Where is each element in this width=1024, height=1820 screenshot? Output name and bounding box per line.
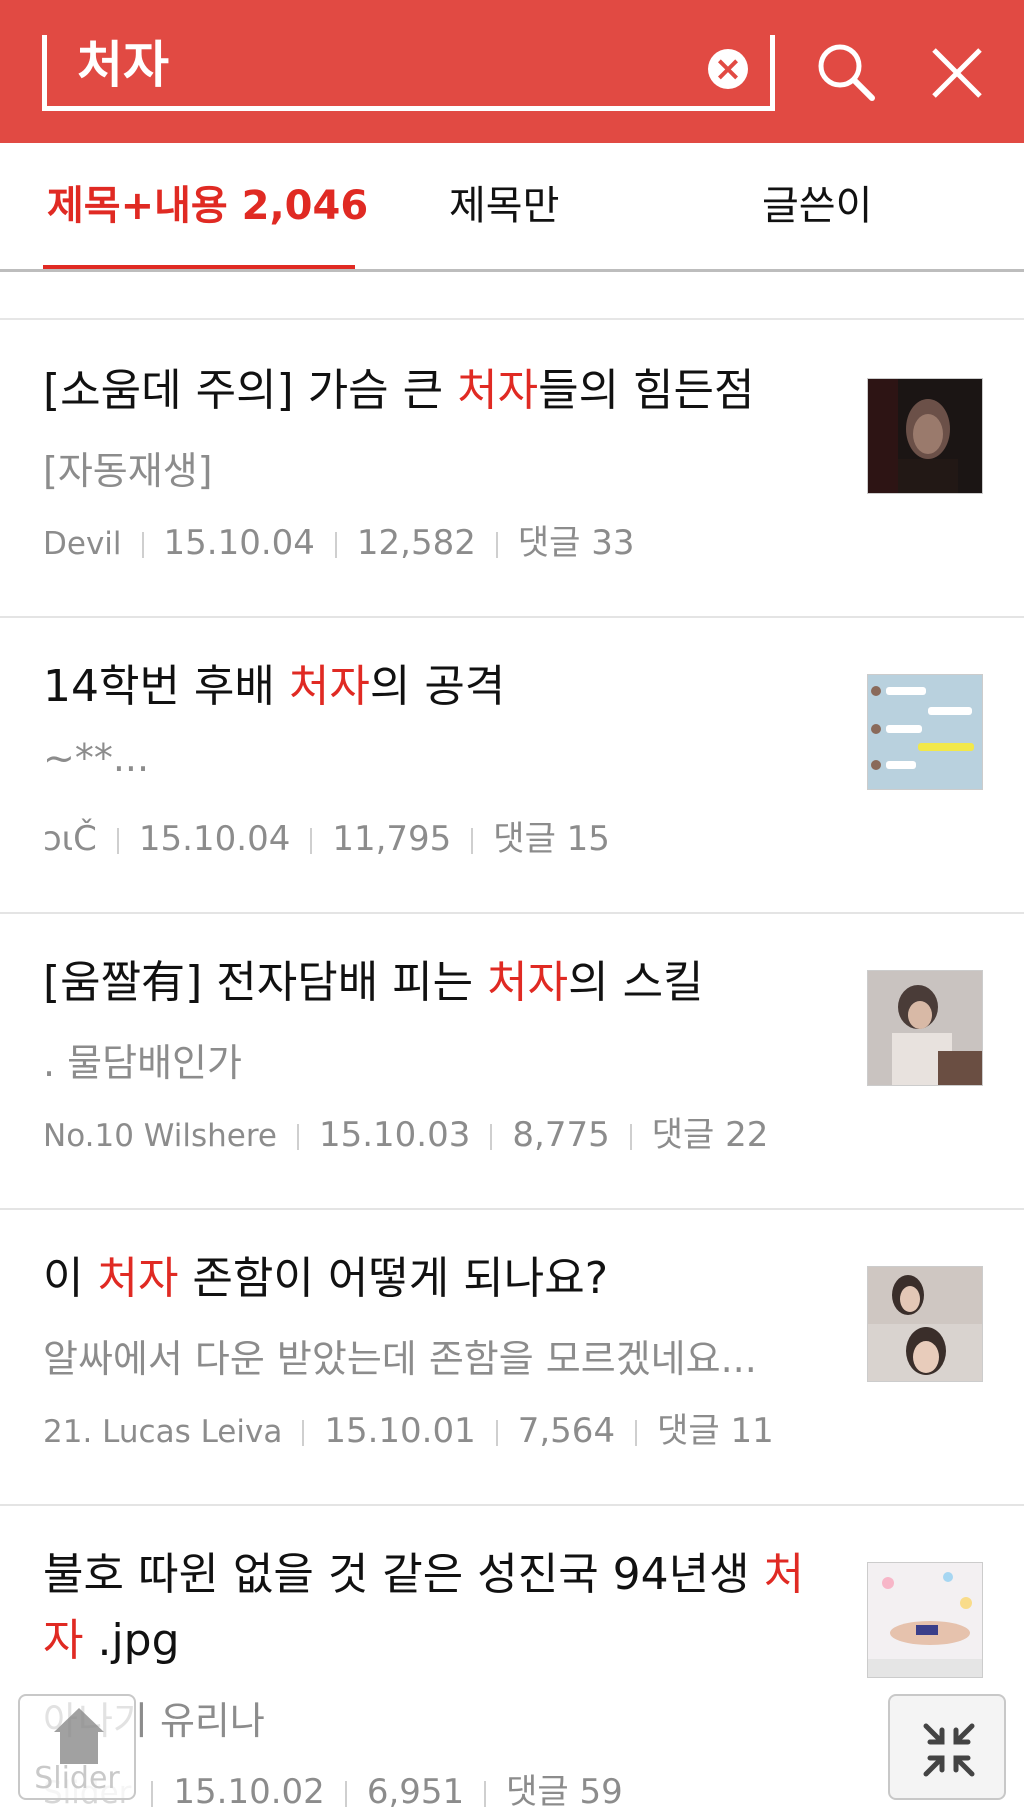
post-subtitle: . 물담배인가 — [43, 1041, 242, 1085]
views: 7,564 — [517, 1411, 616, 1451]
post-meta: Devil 15.10.04 12,582 댓글 33 — [43, 515, 635, 564]
post-subtitle: 알싸에서 다운 받았는데 존함을 모르겠네요... — [43, 1337, 757, 1381]
list-item[interactable]: [움짤有] 전자담배 피는 처자의 스킬 . 물담배인가 No.10 Wilsh… — [0, 912, 1024, 1210]
author: Devil — [43, 526, 122, 562]
post-meta: ɔιČ 15.10.04 11,795 댓글 15 — [43, 811, 610, 860]
search-header: 처자 × — [0, 0, 1024, 143]
post-title[interactable]: 이 처자 존함이 어떻게 되나요? — [43, 1246, 823, 1312]
title-highlight: 처자 — [97, 1253, 179, 1304]
title-text: 존함이 어떻게 되나요? — [178, 1253, 609, 1304]
post-meta: No.10 Wilshere 15.10.03 8,775 댓글 22 — [43, 1107, 768, 1156]
post-meta: 21. Lucas Leiva 15.10.01 7,564 댓글 11 — [43, 1403, 774, 1452]
title-text: 불호 따윈 없을 것 같은 성진국 94년생 — [43, 1549, 764, 1600]
post-subtitle: 아나기 유리나 — [43, 1699, 265, 1743]
clear-icon[interactable]: × — [708, 49, 748, 89]
title-text: [움짤有] 전자담배 피는 — [43, 957, 488, 1008]
views: 6,951 — [366, 1772, 465, 1812]
title-text: 의 스킬 — [568, 957, 704, 1008]
title-text: 14학번 후배 — [43, 661, 289, 712]
search-icon[interactable] — [812, 38, 882, 108]
post-subtitle: ~**... — [43, 736, 150, 780]
post-title[interactable]: 불호 따윈 없을 것 같은 성진국 94년생 처자 .jpg — [43, 1542, 823, 1674]
comments: 댓글 59 — [506, 1772, 623, 1812]
title-text: 이 — [43, 1253, 98, 1304]
title-text: .jpg — [83, 1615, 180, 1666]
collapse-icon — [923, 1723, 975, 1777]
date: 15.10.03 — [318, 1115, 471, 1155]
views: 11,795 — [332, 819, 452, 859]
post-title[interactable]: 14학번 후배 처자의 공격 — [43, 654, 823, 720]
comments: 댓글 15 — [493, 819, 610, 859]
date: 15.10.04 — [138, 819, 291, 859]
home-label: Slider — [34, 1761, 120, 1796]
title-text: [소움데 주의] 가슴 큰 — [43, 365, 458, 416]
search-tabs: 제목+내용 2,046 제목만 글쓴이 — [0, 143, 1024, 272]
list-item[interactable]: 불호 따윈 없을 것 같은 성진국 94년생 처자 .jpg 아나기 유리나 S… — [0, 1504, 1024, 1820]
post-thumbnail[interactable] — [867, 378, 983, 494]
post-thumbnail[interactable] — [867, 674, 983, 790]
author: 21. Lucas Leiva — [43, 1414, 283, 1450]
title-highlight: 처자 — [487, 957, 569, 1008]
comments: 댓글 11 — [657, 1411, 774, 1451]
active-tab-indicator — [43, 265, 355, 269]
post-title[interactable]: [움짤有] 전자담배 피는 처자의 스킬 — [43, 950, 823, 1016]
list-item[interactable]: [소움데 주의] 가슴 큰 처자들의 힘든점 [자동재생] Devil 15.10… — [0, 320, 1024, 618]
search-input[interactable]: 처자 × — [42, 35, 775, 111]
views: 12,582 — [356, 523, 476, 563]
author: ɔιČ — [43, 819, 97, 859]
post-thumbnail[interactable] — [867, 1266, 983, 1382]
comments: 댓글 22 — [651, 1115, 769, 1155]
search-query[interactable]: 처자 — [77, 35, 169, 95]
views: 8,775 — [512, 1115, 610, 1155]
post-thumbnail[interactable] — [867, 970, 983, 1086]
date: 15.10.04 — [163, 523, 315, 563]
date: 15.10.01 — [324, 1411, 476, 1451]
list-item[interactable]: 이 처자 존함이 어떻게 되나요? 알싸에서 다운 받았는데 존함을 모르겠네요… — [0, 1208, 1024, 1506]
date: 15.10.02 — [173, 1772, 325, 1812]
comments: 댓글 33 — [517, 523, 635, 563]
title-text: 들의 힘든점 — [538, 365, 755, 416]
title-text: 의 공격 — [369, 661, 506, 712]
home-button[interactable]: Slider — [18, 1694, 136, 1800]
collapse-button[interactable] — [888, 1694, 1006, 1800]
list-item[interactable]: 14학번 후배 처자의 공격 ~**... ɔιČ 15.10.04 11,795 댓… — [0, 616, 1024, 914]
author: No.10 Wilshere — [43, 1118, 277, 1154]
tab-title-content[interactable]: 제목+내용 2,046 — [47, 143, 368, 269]
tab-title-only[interactable]: 제목만 — [449, 143, 559, 269]
post-thumbnail[interactable] — [867, 1562, 983, 1678]
close-icon[interactable] — [922, 38, 992, 108]
tab-author[interactable]: 글쓴이 — [762, 143, 872, 269]
post-title[interactable]: [소움데 주의] 가슴 큰 처자들의 힘든점 — [43, 358, 823, 424]
title-highlight: 처자 — [457, 365, 539, 416]
title-highlight: 처자 — [288, 661, 370, 712]
post-subtitle: [자동재생] — [43, 449, 213, 493]
